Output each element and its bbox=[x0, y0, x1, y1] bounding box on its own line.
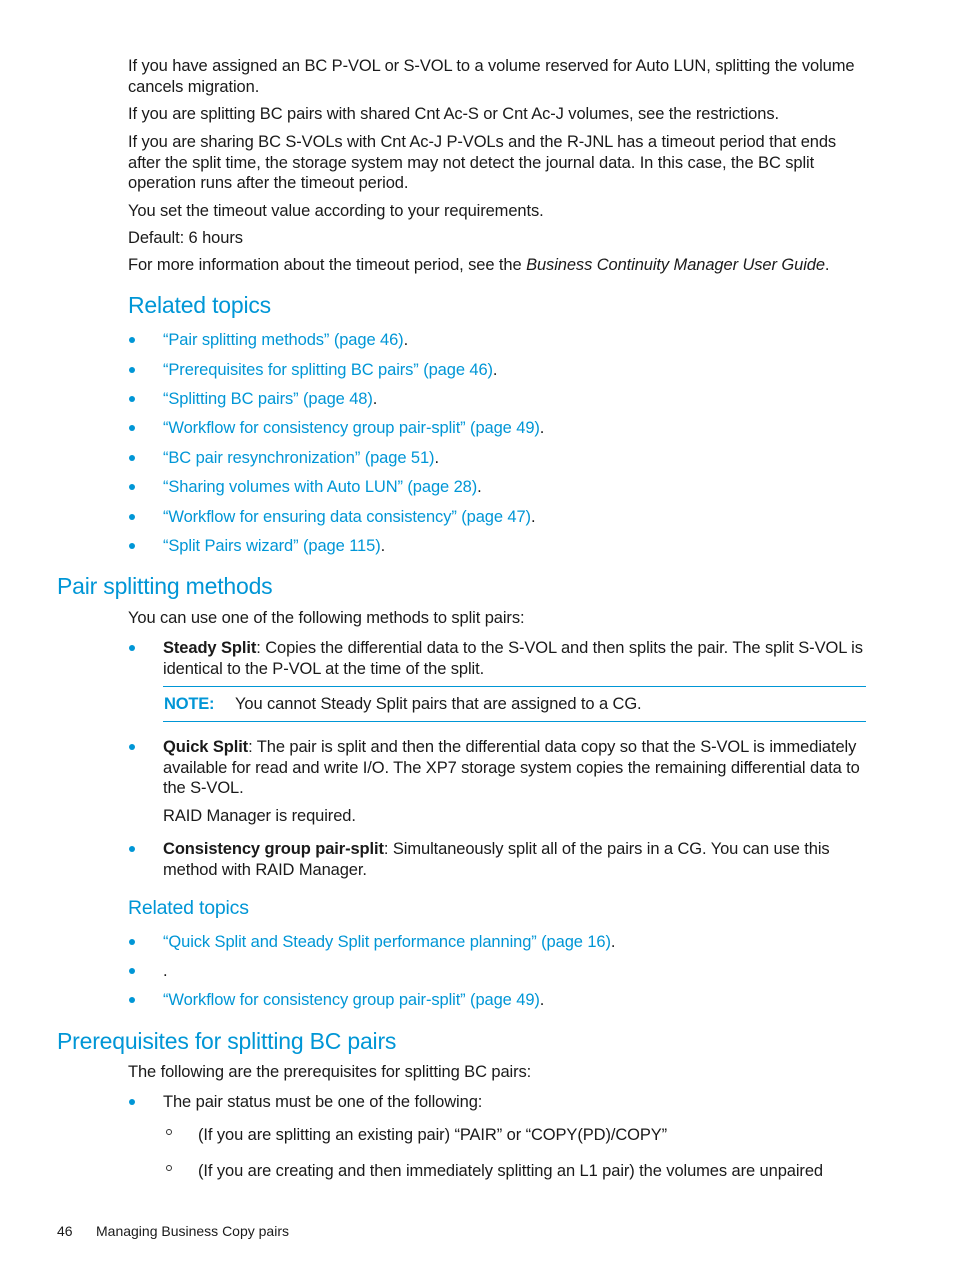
bullet-icon bbox=[129, 484, 135, 490]
method-cg-pair-split: Consistency group pair-split: Simultaneo… bbox=[163, 839, 868, 880]
related-link-item: “Workflow for ensuring data consistency”… bbox=[163, 507, 536, 527]
related-link-item: “Workflow for consistency group pair-spl… bbox=[163, 418, 544, 438]
related-link-item: “Sharing volumes with Auto LUN” (page 28… bbox=[163, 477, 482, 497]
related-link-item: “Split Pairs wizard” (page 115). bbox=[163, 536, 385, 556]
chapter-title: Managing Business Copy pairs bbox=[96, 1223, 289, 1239]
link-split-pairs-wizard[interactable]: “Split Pairs wizard” (page 115) bbox=[163, 537, 381, 555]
bullet-icon bbox=[129, 997, 135, 1003]
related-link-item: “Prerequisites for splitting BC pairs” (… bbox=[163, 360, 498, 380]
link-bc-pair-resync[interactable]: “BC pair resynchronization” (page 51) bbox=[163, 449, 435, 467]
paragraph-auto-lun: If you have assigned an BC P-VOL or S-VO… bbox=[128, 57, 855, 96]
period: . bbox=[434, 449, 439, 467]
period: . bbox=[492, 361, 498, 379]
bullet-icon bbox=[129, 846, 135, 852]
paragraph-timeout-value: You set the timeout value according to y… bbox=[128, 202, 544, 220]
link-workflow-data-consistency[interactable]: “Workflow for ensuring data consistency”… bbox=[163, 508, 531, 526]
bullet-icon bbox=[129, 396, 135, 402]
note-box: NOTE: You cannot Steady Split pairs that… bbox=[163, 686, 866, 722]
page-number: 46 bbox=[57, 1223, 73, 1239]
period: . bbox=[372, 390, 378, 408]
related-link-item: “Workflow for consistency group pair-spl… bbox=[163, 990, 544, 1010]
method-term: Quick Split bbox=[163, 738, 249, 756]
sub-bullet-icon bbox=[166, 1129, 172, 1135]
method-quick-split: Quick Split: The pair is split and then … bbox=[163, 737, 868, 799]
related-link-item: “Pair splitting methods” (page 46). bbox=[163, 330, 408, 350]
more-info-prefix: For more information about the timeout p… bbox=[128, 256, 527, 274]
document-page: If you have assigned an BC P-VOL or S-VO… bbox=[0, 0, 954, 1271]
raid-manager-required: RAID Manager is required. bbox=[163, 807, 356, 825]
method-description: : Copies the differential data to the S-… bbox=[163, 639, 863, 678]
bullet-icon bbox=[129, 543, 135, 549]
method-term: Consistency group pair-split bbox=[163, 840, 384, 858]
bullet-icon bbox=[129, 337, 135, 343]
link-pair-splitting-methods[interactable]: “Pair splitting methods” (page 46) bbox=[163, 331, 404, 349]
bullet-icon bbox=[129, 968, 135, 974]
section-heading-prerequisites: Prerequisites for splitting BC pairs bbox=[57, 1028, 397, 1054]
method-description: : The pair is split and then the differe… bbox=[163, 738, 860, 797]
related-link-item: “BC pair resynchronization” (page 51). bbox=[163, 448, 439, 468]
link-prerequisites[interactable]: “Prerequisites for splitting BC pairs” (… bbox=[163, 361, 493, 379]
link-splitting-bc-pairs[interactable]: “Splitting BC pairs” (page 48) bbox=[163, 390, 373, 408]
link-workflow-cg-pair-split-2[interactable]: “Workflow for consistency group pair-spl… bbox=[163, 991, 540, 1009]
link-performance-planning[interactable]: “Quick Split and Steady Split performanc… bbox=[163, 933, 611, 951]
period: . bbox=[610, 933, 616, 951]
guide-title: Business Continuity Manager User Guide bbox=[526, 256, 825, 274]
link-workflow-cg-pair-split[interactable]: “Workflow for consistency group pair-spl… bbox=[163, 419, 540, 437]
bullet-icon bbox=[129, 514, 135, 520]
period: . bbox=[380, 537, 386, 555]
period: . bbox=[539, 419, 545, 437]
page-footer: 46 Managing Business Copy pairs bbox=[57, 1223, 289, 1239]
related-topics-heading: Related topics bbox=[128, 292, 271, 318]
bullet-icon bbox=[129, 939, 135, 945]
bullet-icon bbox=[129, 455, 135, 461]
note-text: You cannot Steady Split pairs that are a… bbox=[235, 695, 642, 713]
period: . bbox=[530, 508, 536, 526]
bullet-icon bbox=[129, 367, 135, 373]
method-term: Steady Split bbox=[163, 639, 257, 657]
status-existing-pair: (If you are splitting an existing pair) … bbox=[198, 1126, 668, 1144]
note-label: NOTE: bbox=[164, 695, 215, 713]
sub-bullet-icon bbox=[166, 1165, 172, 1171]
status-new-l1-pair: (If you are creating and then immediatel… bbox=[198, 1162, 823, 1180]
paragraph-default: Default: 6 hours bbox=[128, 229, 243, 247]
related-link-item-empty: . bbox=[163, 961, 168, 981]
related-link-item: “Splitting BC pairs” (page 48). bbox=[163, 389, 377, 409]
prerequisites-intro: The following are the prerequisites for … bbox=[128, 1063, 532, 1081]
period: . bbox=[163, 962, 168, 980]
period: . bbox=[477, 478, 482, 496]
paragraph-shared-volumes: If you are splitting BC pairs with share… bbox=[128, 105, 779, 123]
related-topics-heading-2: Related topics bbox=[128, 897, 249, 919]
related-link-item: “Quick Split and Steady Split performanc… bbox=[163, 932, 616, 952]
bullet-icon bbox=[129, 425, 135, 431]
bullet-icon bbox=[129, 744, 135, 750]
methods-intro: You can use one of the following methods… bbox=[128, 609, 525, 627]
paragraph-timeout: If you are sharing BC S-VOLs with Cnt Ac… bbox=[128, 133, 837, 192]
bullet-icon bbox=[129, 645, 135, 651]
paragraph-more-info: For more information about the timeout p… bbox=[128, 255, 868, 276]
period: . bbox=[539, 991, 545, 1009]
period: . bbox=[403, 331, 409, 349]
link-sharing-auto-lun[interactable]: “Sharing volumes with Auto LUN” (page 28… bbox=[163, 478, 477, 496]
bullet-icon bbox=[129, 1099, 135, 1105]
section-heading-pair-splitting-methods: Pair splitting methods bbox=[57, 573, 273, 599]
prerequisite-pair-status: The pair status must be one of the follo… bbox=[163, 1093, 483, 1111]
more-info-suffix: . bbox=[824, 256, 830, 274]
method-steady-split: Steady Split: Copies the differential da… bbox=[163, 638, 868, 679]
